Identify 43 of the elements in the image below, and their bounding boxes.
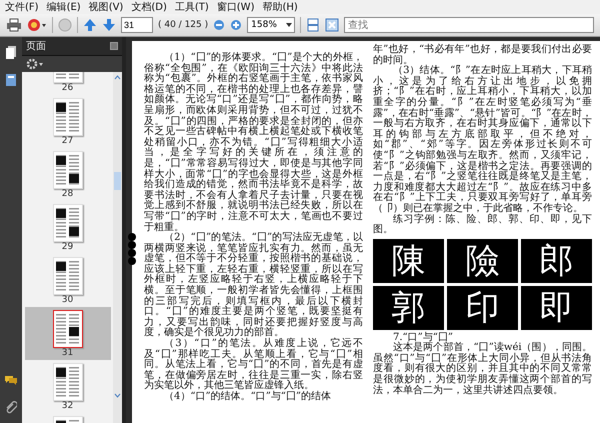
page-thumbnail[interactable]: 27 [24, 95, 110, 148]
page-thumbnail[interactable]: 28 [24, 148, 110, 201]
page-thumbnail[interactable]: 29 [24, 201, 110, 254]
share-icon[interactable] [27, 16, 47, 34]
paragraph: （3）“口”的笔法。从难度上说，它远不及“囗”那样吃工夫。从笔顺上看，它与“囗”相同。从笔法上看，它与“囗”的不同，首先是有虚笔，在做偏旁居左时，往往是三重一实，除右竖为实笔以外，其他三笔皆应虚锋入纸。 [144, 339, 363, 392]
menu-item[interactable]: 视图(V) [86, 0, 126, 14]
paragraph: （3）结体。“阝”在左时应上耳稍大，下耳稍小，这是为了给右方让出地步，以免拥挤；“阝”在右时，应上耳稍小，下耳稍大，以加重全字的分量。“阝”在左时竖笔必须写为“垂露”，在右时“垂露”、“悬针”皆可。“阝”在左时，一般与右方取齐，在右时其身应偏下，通常以下耳的钩部与左方底部取平，但不绝对，如“郡”、“郊”等字。因左旁体形过长则不可使“阝”之钩部勉强与左取齐。然而，又须牢记，若“阝”必须偏下，这是楷书之定法。再要强调的一点是，右“阝”之竖笔往往既是终笔又是主笔，力度和难度都大大超过左“阝”。故应在练习中多在右“阝”上下工夫，只要双耳旁写好了，单耳旁（卩）则已在掌握之中，于此省略，不作专论。 [373, 66, 592, 214]
page-thumbnail[interactable]: 31 [24, 307, 110, 360]
page-thumbnail[interactable]: 32 [24, 360, 110, 413]
page-thumbnail[interactable]: 26 [24, 72, 110, 95]
paragraph: 这本是两个部首，“囗”读wéi（围），同围。虽然“口”与“囗”在形体上大同小异，但从书法角度看，则有很大的区别，并且其中的不同又常常是很微妙的，为使初学朋友弄懂这两个部首的写法，本单合二为一，这里共讲述四点要领。 [373, 343, 592, 396]
caret-icon[interactable] [284, 21, 294, 29]
page-number-field[interactable]: 31 [121, 17, 153, 33]
calligraphy-tile: 陳 [373, 238, 444, 283]
menu-item[interactable]: 文档(D) [128, 0, 170, 14]
menu-item[interactable]: 帮助(H) [259, 0, 301, 14]
paragraph: 年”也好，“书必有年”也好，都是要我们付出必要的时间。 [373, 45, 592, 66]
menu-item[interactable]: 窗口(W) [214, 0, 258, 14]
menu-item[interactable]: 编辑(E) [44, 0, 84, 14]
calligraphy-tile: 郭 [373, 286, 444, 330]
calligraphy-tile: 險 [447, 238, 518, 283]
paragraph: （2）“囗”的笔法。“囗”的写法应无虚笔，以两横两竖来说，笔笔皆应扎实有力。然而，虽无虚笔，但不等于不分轻重，按照楷书的基础说，应该上轻下重，左轻右重，横轻竖重，所以在写外框时，左竖应略轻于右竖，上横应略轻于下横。至于笔顺，一般初学者皆先会懂得，上框围的三部写完后，则填写框内，最后以下横封口。“囗”的难度主要是两个竖笔，既要坚挺有力，又要写出韵味，同时还要把握好竖度与高度，确实是个很见功力的部首。 [144, 233, 363, 338]
page-thumbnail[interactable]: 30 [24, 254, 110, 307]
scrollbar[interactable] [113, 72, 122, 423]
panel-title: 页面 [26, 40, 46, 53]
paragraph: 7.“口”与“囗” [392, 332, 453, 343]
fit-width-icon[interactable] [306, 16, 320, 34]
print-icon[interactable] [6, 16, 22, 34]
dots-drawing [127, 233, 137, 265]
fit-page-icon[interactable] [325, 16, 340, 34]
paragraph: 练习字例：陈、险、郎、郭、印、即，见下图。 [373, 214, 592, 236]
paragraph: （1）“囗”的形体要求。“囗”是个大的外框，俗称“全包围”，在《欧阳询三十六法》中将此法称为“包裹”。外框的右竖笔画于主笔，依书家风格运笔的不同，在楷书的处理上也各存差异，譬如颜体。无论写“口”还是写“囗”，都作向势，略呈扇形，而欧体则采用背势，但不可过，过犹不及。“囗”的四围，严格的要求是全封闭的，但亦不乏见一些古碑帖中有横上横起笔处或下横收笔处稍留小口，亦不为错。“囗”写得粗细大小适当，是全字写好的关键所在，须注意的是，“囗”常常容易写得过大，即使是与其他字同样大小，面常“囗”的字也会显得大些，这是外框给我们造成的错觉，然而书法毕竟不是科学，故要书法时，不会有人拿着尺子去计量，只要在视觉上感到不舒服，就说明书法已经失败，所以在写带“囗”的字时，注意不可太大，笔画也不要过于粗重。 [144, 53, 363, 232]
search-field[interactable]: 查找 [344, 17, 594, 33]
paragraph: （4）“口”的结体。“口”与“囗”的结体 [163, 392, 332, 403]
calligraphy-tile: 即 [521, 286, 592, 330]
menu-item[interactable]: 工具(T) [172, 0, 212, 14]
zoom-dropdown[interactable]: 158% [247, 17, 296, 33]
pages-icon[interactable] [5, 43, 17, 61]
calligraphy-tile: 印 [447, 286, 518, 330]
calligraphy-tile: 郎 [521, 238, 592, 283]
bookmark-icon[interactable] [5, 71, 17, 89]
menu-item[interactable]: 文件(F) [2, 0, 42, 14]
page-count: ( 40 / 125 ) [158, 20, 208, 30]
